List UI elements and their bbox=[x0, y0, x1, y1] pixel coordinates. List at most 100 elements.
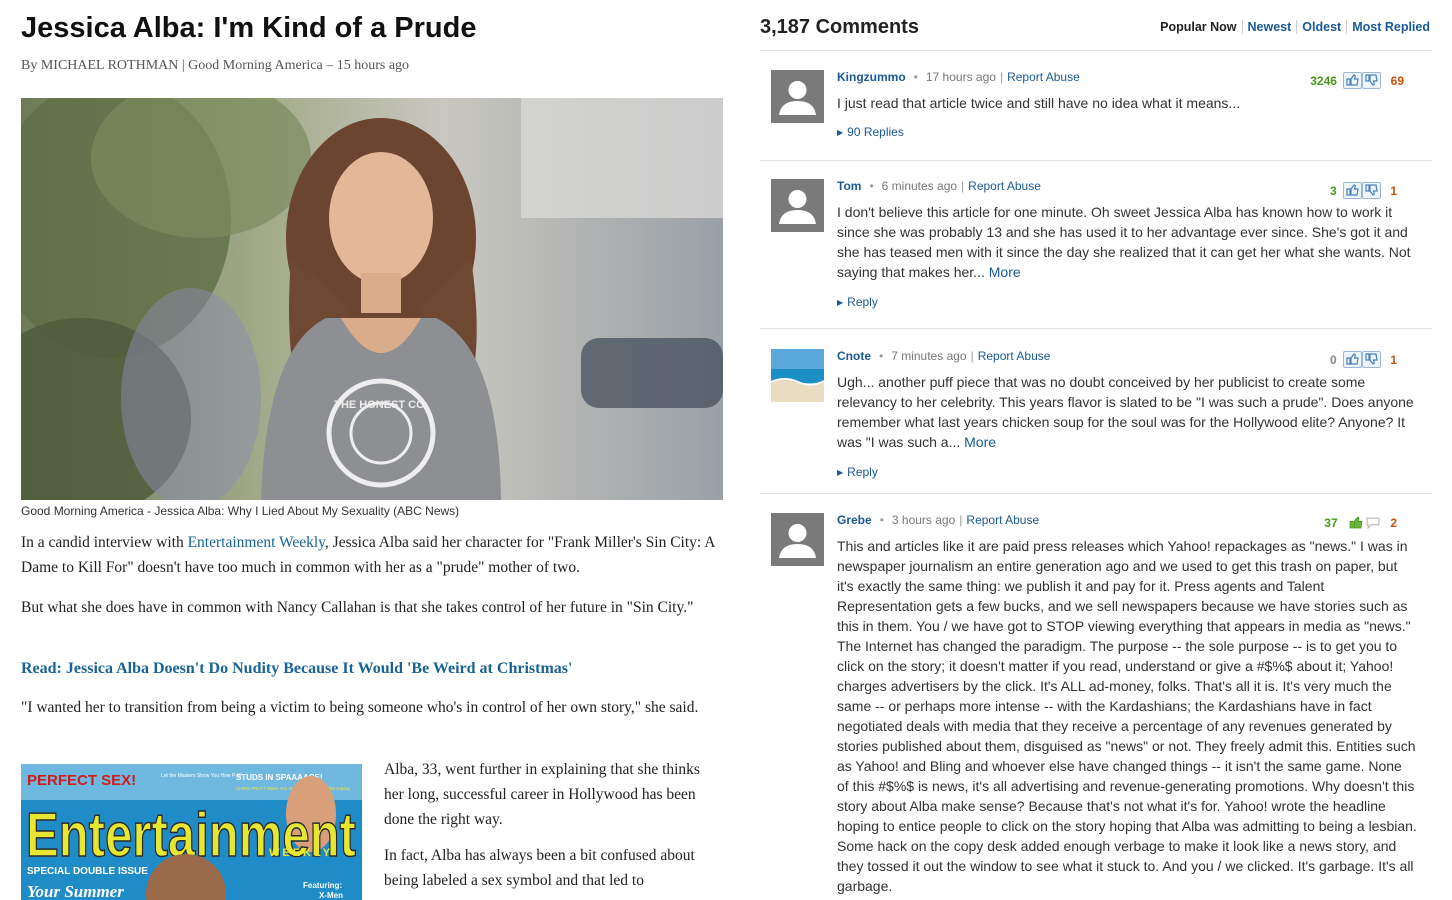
meta-separator: | bbox=[999, 70, 1004, 84]
downvote-count: 1 bbox=[1390, 183, 1397, 198]
comment-meta: Grebe • 3 hours ago | Report Abuse bbox=[837, 513, 1039, 527]
comment-username[interactable]: Cnote bbox=[837, 349, 871, 363]
article-paragraph: In fact, Alba has always been a bit conf… bbox=[384, 847, 695, 889]
thumbs-up-icon[interactable] bbox=[1342, 351, 1362, 368]
comment-count: 3,187 Comments bbox=[760, 16, 919, 38]
meta-separator-dot: • bbox=[869, 179, 874, 193]
upvote-count: 3 bbox=[1329, 183, 1337, 198]
thumbs-down-icon[interactable] bbox=[1362, 72, 1382, 89]
downvote-count: 69 bbox=[1390, 73, 1404, 88]
comment-text: I don't believe this article for one min… bbox=[837, 202, 1417, 282]
article-byline: By MICHAEL ROTHMAN | Good Morning Americ… bbox=[21, 58, 410, 73]
meta-separator-dot: • bbox=[879, 349, 884, 363]
downvote-count: 2 bbox=[1390, 515, 1397, 530]
sort-oldest[interactable]: Oldest bbox=[1296, 20, 1347, 34]
replies-toggle[interactable]: ▶ 90 Replies bbox=[837, 125, 904, 139]
comment-username[interactable]: Kingzummo bbox=[837, 70, 906, 84]
avatar[interactable] bbox=[771, 513, 824, 566]
report-abuse-link[interactable]: Report Abuse bbox=[968, 179, 1041, 193]
article-photo[interactable]: THE HONEST CO. bbox=[21, 98, 723, 500]
report-abuse-link[interactable]: Report Abuse bbox=[1007, 70, 1080, 84]
comment-time: 6 minutes ago bbox=[881, 179, 958, 193]
user-silhouette-icon bbox=[779, 524, 816, 558]
entertainment-weekly-link[interactable]: Entertainment Weekly bbox=[188, 534, 325, 551]
replies-label: 90 Replies bbox=[847, 125, 904, 139]
avatar[interactable] bbox=[771, 70, 824, 123]
avatar[interactable] bbox=[771, 179, 824, 232]
comment-time: 7 minutes ago bbox=[891, 349, 967, 363]
report-abuse-link[interactable]: Report Abuse bbox=[966, 513, 1039, 527]
upvote-count: 37 bbox=[1324, 515, 1338, 530]
more-link[interactable]: More bbox=[989, 264, 1021, 280]
cover-summer: Your Summer bbox=[27, 882, 124, 900]
photo-caption[interactable]: Good Morning America - Jessica Alba: Why… bbox=[21, 504, 459, 518]
thumbs-down-icon[interactable] bbox=[1361, 351, 1381, 368]
reply-link[interactable]: ▶ Reply bbox=[837, 295, 878, 309]
meta-separator: | bbox=[970, 349, 974, 363]
cover-featuring: Featuring: bbox=[303, 881, 342, 890]
shirt-logo-text: THE HONEST CO. bbox=[334, 399, 428, 411]
beach-avatar-image bbox=[771, 349, 824, 402]
article-title: Jessica Alba: I'm Kind of a Prude bbox=[21, 12, 477, 44]
sort-popular-now[interactable]: Popular Now bbox=[1160, 20, 1241, 34]
sort-most-replied[interactable]: Most Replied bbox=[1346, 20, 1430, 34]
article-paragraph: But what she does have in common with Na… bbox=[21, 599, 694, 616]
comment-text: I just read that article twice and still… bbox=[837, 95, 1241, 111]
thumbs-up-icon[interactable] bbox=[1342, 182, 1362, 199]
meta-separator-dot: • bbox=[913, 70, 918, 84]
vote-controls: 3246 69 bbox=[1310, 72, 1404, 90]
cover-banner: PERFECT SEX! bbox=[27, 772, 136, 789]
article-paragraph: Alba, 33, went further in explaining tha… bbox=[384, 761, 700, 828]
article-paragraph: "I wanted her to transition from being a… bbox=[21, 699, 699, 716]
article: Jessica Alba: I'm Kind of a Prude By MIC… bbox=[0, 0, 740, 900]
thumbs-up-icon[interactable] bbox=[1343, 72, 1363, 89]
divider bbox=[760, 493, 1432, 494]
more-link[interactable]: More bbox=[964, 434, 996, 450]
comment-meta: Tom • 6 minutes ago | Report Abuse bbox=[837, 179, 1041, 193]
paragraph-text: In a candid interview with bbox=[21, 534, 188, 551]
vote-controls: 0 1 bbox=[1330, 351, 1397, 369]
divider bbox=[760, 50, 1432, 51]
meta-separator: | bbox=[961, 179, 965, 193]
cover-banner-small: Let the Masters Show You How P.40 bbox=[161, 773, 242, 779]
caret-right-icon: ▶ bbox=[837, 468, 844, 477]
reply-bubble-icon[interactable] bbox=[1364, 515, 1381, 530]
sort-newest[interactable]: Newest bbox=[1241, 20, 1297, 34]
avatar[interactable] bbox=[771, 349, 824, 402]
comment-meta: Cnote • 7 minutes ago | Report Abuse bbox=[837, 349, 1050, 363]
sort-options: Popular Now Newest Oldest Most Replied bbox=[1160, 20, 1430, 34]
reply-link[interactable]: ▶ Reply bbox=[837, 465, 878, 479]
cover-special: SPECIAL DOUBLE ISSUE bbox=[27, 866, 148, 877]
thumbs-down-icon[interactable] bbox=[1361, 182, 1381, 199]
comment-text-body: Ugh... another puff piece that was no do… bbox=[837, 374, 1414, 450]
comment-username[interactable]: Tom bbox=[837, 179, 861, 193]
downvote-count: 1 bbox=[1390, 352, 1397, 367]
comment-text: Ugh... another puff piece that was no do… bbox=[837, 372, 1417, 452]
reply-label: Reply bbox=[847, 465, 878, 479]
upvote-count: 0 bbox=[1329, 352, 1337, 367]
report-abuse-link[interactable]: Report Abuse bbox=[978, 349, 1051, 363]
upvote-count: 3246 bbox=[1310, 73, 1337, 88]
cover-illustration: PERFECT SEX! Let the Masters Show You Ho… bbox=[21, 764, 362, 900]
reply-label: Reply bbox=[847, 295, 878, 309]
related-article-link[interactable]: Read: Jessica Alba Doesn't Do Nudity Bec… bbox=[21, 660, 572, 678]
caret-right-icon: ▶ bbox=[837, 128, 844, 137]
cover-weekly: WEEKLY bbox=[269, 847, 333, 859]
comment-time: 3 hours ago bbox=[891, 513, 956, 527]
meta-separator: | bbox=[959, 513, 963, 527]
comment-meta: Kingzummo • 17 hours ago | Report Abuse bbox=[837, 70, 1080, 84]
caret-right-icon: ▶ bbox=[837, 298, 844, 307]
article-paragraph: In a candid interview with Entertainment… bbox=[21, 530, 726, 580]
vote-controls: 3 1 bbox=[1330, 182, 1397, 200]
user-silhouette-icon bbox=[779, 81, 816, 115]
comment-username[interactable]: Grebe bbox=[837, 513, 872, 527]
comment-text-body: I don't believe this article for one min… bbox=[837, 204, 1411, 280]
thumbs-up-icon[interactable] bbox=[1347, 515, 1364, 530]
user-silhouette-icon bbox=[779, 190, 816, 224]
comments-section: 3,187 Comments Popular Now Newest Oldest Mo… bbox=[760, 0, 1432, 900]
magazine-cover-image[interactable]: PERFECT SEX! Let the Masters Show You Ho… bbox=[21, 764, 362, 900]
cover-featuring-name: X-Men bbox=[319, 891, 343, 900]
vote-controls: 37 2 bbox=[1324, 515, 1397, 533]
meta-separator-dot: • bbox=[879, 513, 884, 527]
comment-text: This and articles like it are paid press… bbox=[837, 538, 1417, 894]
